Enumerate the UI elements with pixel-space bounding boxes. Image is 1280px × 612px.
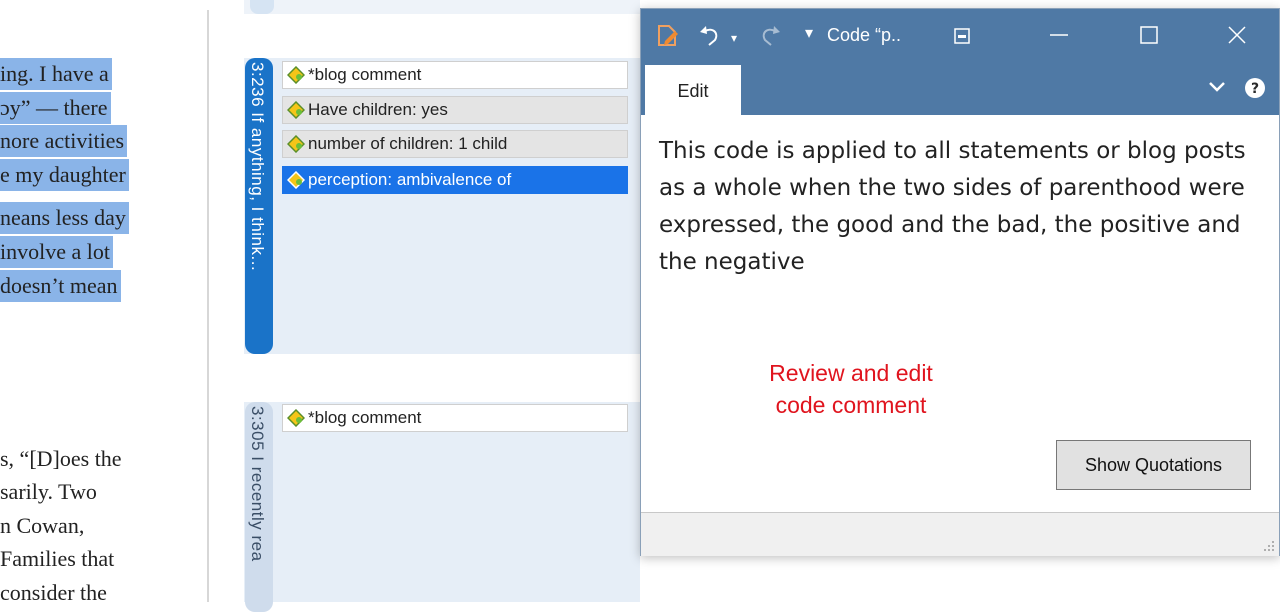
- doc-line: sarily. Two: [0, 479, 97, 504]
- doc-line-highlighted[interactable]: neans less day: [0, 202, 129, 234]
- annotation-line: Review and edit: [769, 360, 933, 386]
- doc-line-highlighted[interactable]: e my daughter: [0, 159, 129, 191]
- code-icon: [287, 171, 305, 189]
- doc-line: consider the: [0, 580, 107, 602]
- dropdown-icon[interactable]: ▾: [805, 23, 813, 42]
- doc-line-highlighted[interactable]: ing. I have a: [0, 58, 112, 90]
- redo-icon[interactable]: [757, 23, 783, 53]
- pin-icon[interactable]: [953, 27, 971, 49]
- code-item[interactable]: number of children: 1 child: [282, 130, 628, 158]
- code-label: perception: ambivalence of: [308, 170, 512, 189]
- maximize-icon[interactable]: [1139, 25, 1159, 49]
- code-item-selected[interactable]: perception: ambivalence of: [282, 166, 628, 194]
- code-icon: [287, 101, 305, 119]
- code-label: *blog comment: [308, 65, 422, 84]
- doc-line: n Cowan,: [0, 513, 85, 538]
- code-comment-window: ▾ ▾ Code “p.. Edit ? This code is applie…: [640, 8, 1280, 556]
- undo-dropdown-icon[interactable]: ▾: [731, 31, 737, 45]
- window-titlebar[interactable]: ▾ ▾ Code “p.. Edit ?: [641, 9, 1279, 115]
- edit-code-icon[interactable]: [655, 23, 681, 53]
- quotation-label: 3:305 I recently rea: [248, 406, 267, 562]
- doc-line-highlighted[interactable]: doesn’t mean: [0, 270, 121, 302]
- panel-divider[interactable]: [207, 10, 209, 602]
- window-title: Code “p..: [827, 25, 902, 45]
- margin-area: 3:236 If anything, I think... *blog comm…: [244, 0, 640, 612]
- code-label: number of children: 1 child: [308, 134, 508, 153]
- quotation-tab-partial[interactable]: [250, 0, 274, 14]
- help-icon[interactable]: ?: [1244, 77, 1266, 103]
- status-bar: [641, 512, 1279, 556]
- code-label: *blog comment: [308, 408, 422, 427]
- code-item[interactable]: *blog comment: [282, 404, 628, 432]
- chevron-down-icon[interactable]: [1207, 79, 1227, 99]
- resize-grip-icon[interactable]: [1263, 540, 1275, 552]
- code-icon: [287, 135, 305, 153]
- close-icon[interactable]: [1227, 25, 1247, 49]
- minimize-icon[interactable]: [1049, 25, 1069, 49]
- code-icon: [287, 409, 305, 427]
- doc-line-highlighted[interactable]: nore activities: [0, 125, 128, 157]
- quotation-tab[interactable]: 3:305 I recently rea: [245, 402, 273, 612]
- undo-icon[interactable]: [697, 23, 723, 53]
- code-item[interactable]: *blog comment: [282, 61, 628, 89]
- doc-line: Families that: [0, 546, 115, 571]
- code-item[interactable]: Have children: yes: [282, 96, 628, 124]
- window-toolbar: ▾ ▾ Code “p..: [641, 9, 1279, 63]
- quotation-strip: [244, 0, 640, 14]
- quotation-label: 3:236 If anything, I think...: [248, 62, 267, 272]
- annotation-label: Review and edit code comment: [701, 357, 1001, 421]
- code-icon: [287, 66, 305, 84]
- annotation-line: code comment: [775, 392, 927, 418]
- code-comment-text[interactable]: This code is applied to all statements o…: [659, 133, 1259, 281]
- svg-text:?: ?: [1251, 81, 1259, 97]
- quotation-tab[interactable]: 3:236 If anything, I think...: [245, 58, 273, 354]
- doc-line-highlighted[interactable]: involve a lot: [0, 236, 113, 268]
- code-label: Have children: yes: [308, 100, 448, 119]
- document-panel[interactable]: ing. I have a ɔy” — there nore activitie…: [0, 0, 207, 602]
- tab-edit[interactable]: Edit: [645, 65, 741, 115]
- doc-line-highlighted[interactable]: ɔy” — there: [0, 92, 111, 124]
- quotation-block: [244, 402, 640, 602]
- doc-line: s, “[D]oes the: [0, 446, 122, 471]
- show-quotations-button[interactable]: Show Quotations: [1056, 440, 1251, 490]
